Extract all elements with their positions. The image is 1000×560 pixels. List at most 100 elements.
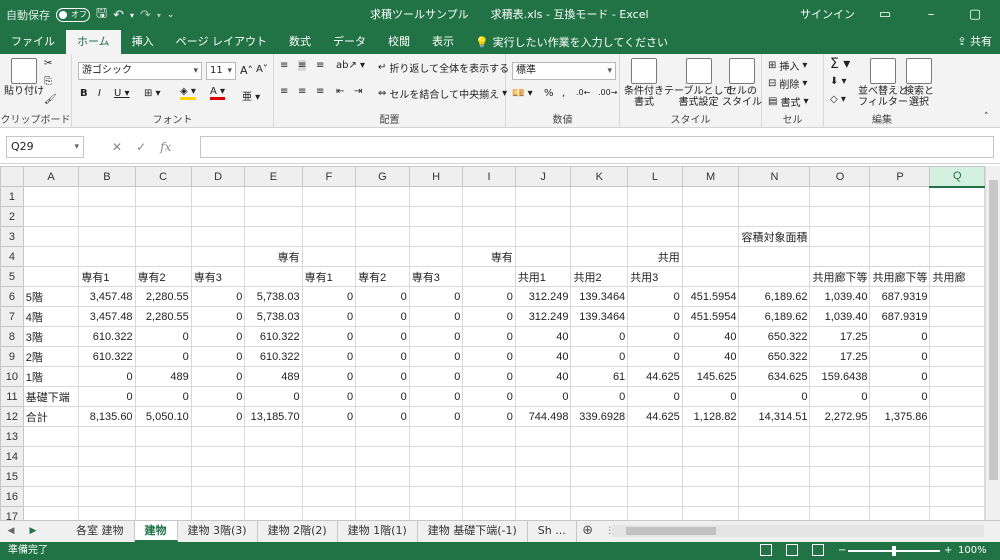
cell[interactable]: 0 [301,366,357,387]
cell[interactable] [22,506,80,520]
autosave-toggle[interactable]: オフ [56,8,90,22]
cell[interactable]: 0 [190,386,246,407]
select-all-corner[interactable] [0,166,24,187]
number-format-select[interactable]: 標準 [512,62,616,80]
cell[interactable] [244,486,303,507]
zoom-slider[interactable] [848,546,940,556]
cell[interactable]: 17.25 [809,326,871,347]
cell[interactable]: 2,280.55 [134,286,192,307]
cell[interactable]: 3,457.48 [78,306,136,327]
cell[interactable] [869,226,931,247]
cell[interactable]: 40 [514,326,572,347]
cell[interactable] [22,246,80,267]
cell[interactable] [190,186,246,207]
cell[interactable] [869,466,931,487]
cell[interactable]: 1,375.86 [869,406,931,427]
cell[interactable] [809,246,871,267]
share-button[interactable]: ⇪ 共有 [957,30,992,54]
cell[interactable]: 489 [244,366,303,387]
column-header[interactable]: N [738,166,811,187]
phonetic-icon[interactable]: 亜 ▾ [242,88,260,103]
find-select-button[interactable]: 検索と 選択 [904,58,934,108]
cell[interactable]: 0 [738,386,811,407]
cell[interactable] [869,506,931,520]
cell[interactable] [78,426,136,447]
cell[interactable] [681,206,740,227]
cell[interactable]: 共用廊下等 [809,266,871,287]
cell[interactable] [570,206,629,227]
cell[interactable] [301,426,357,447]
cell[interactable] [355,446,410,467]
column-header[interactable]: M [681,166,740,187]
cell[interactable]: 13,185.70 [244,406,303,427]
cell[interactable]: 0 [355,366,410,387]
collapse-ribbon-icon[interactable]: ˄ [984,112,989,122]
cell[interactable] [869,426,931,447]
cell[interactable]: 139.3464 [570,286,629,307]
cell[interactable] [78,186,136,207]
fill-icon[interactable]: ⬇ ▾ [830,76,847,87]
cell[interactable] [809,466,871,487]
cell[interactable] [929,486,985,507]
cell[interactable]: 40 [681,346,740,367]
cell[interactable] [929,306,985,327]
cell[interactable] [462,466,516,487]
cell[interactable] [929,366,985,387]
cell[interactable] [809,206,871,227]
cell[interactable] [78,466,136,487]
wrap-text-button[interactable]: ↵ 折り返して全体を表示する [378,60,509,75]
cell[interactable] [929,226,985,247]
cell[interactable]: 0 [355,386,410,407]
maximize-icon[interactable]: ▢ [950,0,1000,30]
cell[interactable] [738,506,811,520]
cell[interactable]: 0 [78,386,136,407]
cell[interactable]: 5,050.10 [134,406,192,427]
cell[interactable] [681,186,740,207]
cell[interactable]: 0 [570,326,629,347]
cell[interactable]: 6,189.62 [738,306,811,327]
sheet-tab[interactable]: 建物 基礎下端(-1) [418,521,528,542]
cell[interactable] [78,446,136,467]
sheet-tab[interactable]: 建物 2階(2) [258,521,338,542]
fill-color-icon[interactable]: ◈ ▾ [180,86,196,100]
minimize-icon[interactable]: – [908,0,954,30]
cell[interactable]: 489 [134,366,192,387]
cell[interactable] [78,486,136,507]
cell[interactable]: 0 [462,346,516,367]
cell[interactable]: 0 [355,406,410,427]
cell[interactable]: 専有2 [134,266,192,287]
cell[interactable] [809,486,871,507]
cell[interactable]: 5,738.03 [244,286,303,307]
cell[interactable] [869,246,931,267]
cell[interactable] [190,486,246,507]
cell[interactable]: 0 [627,326,683,347]
cell[interactable]: 共用1 [514,266,572,287]
cell[interactable]: 0 [408,286,464,307]
cell[interactable] [462,266,516,287]
cell[interactable] [134,486,192,507]
align-right-icon[interactable]: ≡ [316,86,324,97]
cell[interactable]: 0 [408,406,464,427]
cell[interactable]: 451.5954 [681,286,740,307]
cell[interactable] [929,246,985,267]
cell[interactable] [462,206,516,227]
align-top-icon[interactable]: ≡ [280,60,288,71]
orientation-icon[interactable]: ab↗ ▾ [336,60,365,71]
cell[interactable] [134,466,192,487]
cell[interactable] [514,486,572,507]
vertical-scroll-thumb[interactable] [989,180,998,480]
cell[interactable] [929,286,985,307]
cell[interactable] [627,486,683,507]
cell[interactable] [134,506,192,520]
tab-home[interactable]: ホーム [66,30,121,54]
cell[interactable] [244,186,303,207]
row-header[interactable]: 8 [0,326,24,347]
cell[interactable]: 0 [134,326,192,347]
row-header[interactable]: 17 [0,506,24,520]
autosum-icon[interactable]: Σ ▾ [830,56,850,72]
name-box[interactable]: Q29 [6,136,84,158]
cell[interactable]: 0 [408,326,464,347]
cell[interactable]: 0 [627,346,683,367]
sheet-tab[interactable]: 建物 3階(3) [178,521,258,542]
cell[interactable] [681,506,740,520]
